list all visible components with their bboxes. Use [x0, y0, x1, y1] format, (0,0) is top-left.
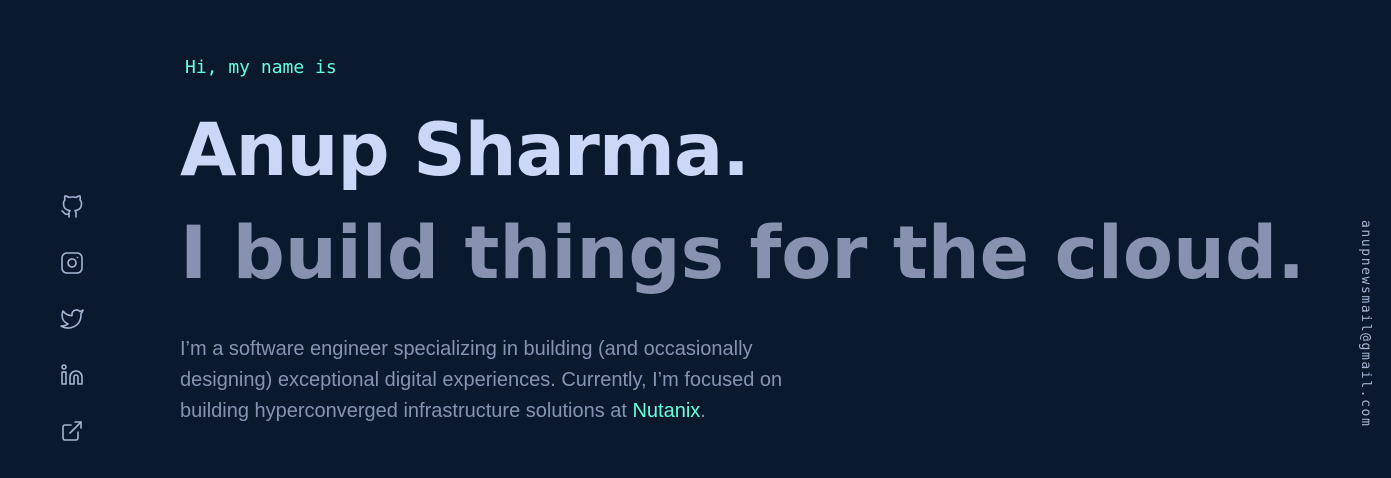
company-link[interactable]: Nutanix — [632, 400, 700, 422]
linkedin-icon — [61, 364, 83, 385]
intro-text-end: . — [700, 400, 706, 422]
hero-tagline: I build things for the cloud. — [180, 211, 1306, 296]
twitter-link[interactable] — [60, 307, 84, 331]
greeting-text: Hi, my name is — [185, 57, 337, 78]
github-link[interactable] — [60, 195, 84, 219]
twitter-icon — [60, 309, 84, 329]
instagram-icon — [61, 252, 83, 274]
github-icon — [61, 195, 83, 218]
external-link[interactable] — [60, 419, 84, 443]
external-link-icon — [62, 421, 82, 441]
instagram-link[interactable] — [60, 251, 84, 275]
social-links-sidebar — [60, 195, 84, 443]
linkedin-link[interactable] — [60, 363, 84, 387]
hero-name: Anup Sharma. — [180, 108, 750, 193]
intro-paragraph: I’m a software engineer specializing in … — [180, 334, 840, 427]
email-link[interactable]: anupnewsmail@gmail.com — [1358, 220, 1373, 427]
